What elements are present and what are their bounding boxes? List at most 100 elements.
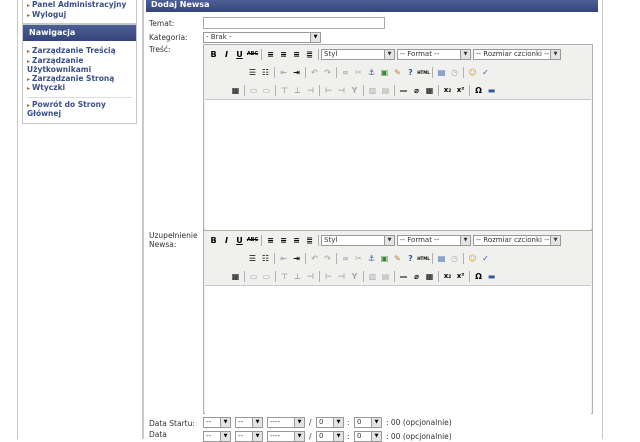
link-icon[interactable]: ∞ <box>339 66 352 78</box>
merge-cells-icon[interactable]: ▤ <box>379 270 392 282</box>
date-time-icon[interactable]: ◷ <box>448 252 461 264</box>
format-select[interactable]: -- Format -- ▼ <box>397 234 471 246</box>
indent-icon[interactable]: ⇥ <box>290 252 303 264</box>
date-time-icon[interactable]: ◷ <box>448 66 461 78</box>
anchor-icon[interactable]: ⚓ <box>365 66 378 78</box>
delete-row-icon[interactable]: ⊣ <box>304 84 317 96</box>
style-select[interactable]: Styl ▼ <box>321 48 395 60</box>
fullscreen-icon[interactable]: ▬ <box>485 270 498 282</box>
align-justify-icon[interactable]: ≣ <box>303 234 316 246</box>
image-icon[interactable]: ▣ <box>378 66 391 78</box>
redo-icon[interactable]: ↷ <box>321 252 334 264</box>
temat-input[interactable] <box>203 17 385 29</box>
image-icon[interactable]: ▣ <box>378 252 391 264</box>
italic-icon[interactable]: I <box>220 48 233 60</box>
font-size-select[interactable]: -- Rozmiar czcionki -- ▼ <box>473 48 561 60</box>
kategoria-select[interactable]: - Brak - ▼ <box>203 32 321 43</box>
align-right-icon[interactable]: ≡ <box>290 48 303 60</box>
nav-users-link[interactable]: ▸ Zarządzanie Użytkownikami <box>27 56 132 75</box>
delete-col-icon[interactable]: Y <box>348 270 361 282</box>
undo-icon[interactable]: ↶ <box>308 252 321 264</box>
strikethrough-icon[interactable]: ABC <box>246 48 259 60</box>
html-icon[interactable]: HTML <box>417 66 430 78</box>
outdent-icon[interactable]: ⇤ <box>277 252 290 264</box>
undo-icon[interactable]: ↶ <box>308 66 321 78</box>
delete-col-icon[interactable]: Y <box>348 84 361 96</box>
row-after-icon[interactable]: ⊥ <box>291 84 304 96</box>
cleanup-icon[interactable]: ✎ <box>391 252 404 264</box>
outdent-icon[interactable]: ⇤ <box>277 66 290 78</box>
back-home-link[interactable]: ▸ Powrót do Strony Głównej <box>27 100 132 119</box>
align-center-icon[interactable]: ≡ <box>277 48 290 60</box>
col-before-icon[interactable]: ⊢ <box>322 84 335 96</box>
align-left-icon[interactable]: ≡ <box>264 234 277 246</box>
help-icon[interactable]: ? <box>404 66 417 78</box>
table-insert-icon[interactable]: ▦ <box>229 84 242 96</box>
strikethrough-icon[interactable]: ABC <box>246 234 259 246</box>
media-icon[interactable]: ▤ <box>435 252 448 264</box>
unlink-icon[interactable]: ✂ <box>352 66 365 78</box>
bullet-list-icon[interactable]: ☰ <box>246 252 259 264</box>
tresc-text-area[interactable] <box>205 99 591 230</box>
align-left-icon[interactable]: ≡ <box>264 48 277 60</box>
media-icon[interactable]: ▤ <box>435 66 448 78</box>
logout-link[interactable]: ▸ Wyloguj <box>27 10 132 21</box>
redo-icon[interactable]: ↷ <box>321 66 334 78</box>
row-after-icon[interactable]: ⊥ <box>291 270 304 282</box>
end-minute-select[interactable]: 0 ▼ <box>354 431 382 442</box>
unlink-icon[interactable]: ✂ <box>352 252 365 264</box>
spellcheck-icon[interactable]: ✓ <box>479 66 492 78</box>
subscript-icon[interactable]: x₂ <box>441 84 454 96</box>
end-year-select[interactable]: ---- ▼ <box>267 431 305 442</box>
cell-props-icon[interactable]: ▭ <box>260 270 273 282</box>
col-after-icon[interactable]: ⊣ <box>335 270 348 282</box>
row-before-icon[interactable]: ⊤ <box>278 270 291 282</box>
bullet-list-icon[interactable]: ☰ <box>246 66 259 78</box>
bold-icon[interactable]: B <box>207 234 220 246</box>
split-cells-icon[interactable]: ▥ <box>366 270 379 282</box>
remove-format-icon[interactable]: ⌀ <box>410 84 423 96</box>
special-char-icon[interactable]: Ω <box>472 84 485 96</box>
nav-plugins-link[interactable]: ▸ Wtyczki <box>27 83 132 94</box>
split-cells-icon[interactable]: ▥ <box>366 84 379 96</box>
align-center-icon[interactable]: ≡ <box>277 234 290 246</box>
italic-icon[interactable]: I <box>220 234 233 246</box>
end-month-select[interactable]: -- ▼ <box>235 431 263 442</box>
visual-aid-icon[interactable]: ▦ <box>423 270 436 282</box>
bold-icon[interactable]: B <box>207 48 220 60</box>
row-props-icon[interactable]: ▭ <box>247 84 260 96</box>
emoticon-icon[interactable]: ☺ <box>466 66 479 78</box>
special-char-icon[interactable]: Ω <box>472 270 485 282</box>
horizontal-rule-icon[interactable]: — <box>397 84 410 96</box>
table-insert-icon[interactable]: ▦ <box>229 270 242 282</box>
emoticon-icon[interactable]: ☺ <box>466 252 479 264</box>
style-select[interactable]: Styl ▼ <box>321 234 395 246</box>
numbered-list-icon[interactable]: ☷ <box>259 252 272 264</box>
cleanup-icon[interactable]: ✎ <box>391 66 404 78</box>
start-hour-select[interactable]: 0 ▼ <box>316 417 344 428</box>
indent-icon[interactable]: ⇥ <box>290 66 303 78</box>
font-size-select[interactable]: -- Rozmiar czcionki -- ▼ <box>473 234 561 246</box>
help-icon[interactable]: ? <box>404 252 417 264</box>
spellcheck-icon[interactable]: ✓ <box>479 252 492 264</box>
start-minute-select[interactable]: 0 ▼ <box>354 417 382 428</box>
visual-aid-icon[interactable]: ▦ <box>423 84 436 96</box>
numbered-list-icon[interactable]: ☷ <box>259 66 272 78</box>
col-before-icon[interactable]: ⊢ <box>322 270 335 282</box>
row-props-icon[interactable]: ▭ <box>247 270 260 282</box>
fullscreen-icon[interactable]: ▬ <box>485 84 498 96</box>
start-year-select[interactable]: ---- ▼ <box>267 417 305 428</box>
col-after-icon[interactable]: ⊣ <box>335 84 348 96</box>
cell-props-icon[interactable]: ▭ <box>260 84 273 96</box>
end-day-select[interactable]: -- ▼ <box>203 431 231 442</box>
merge-cells-icon[interactable]: ▤ <box>379 84 392 96</box>
subscript-icon[interactable]: x₂ <box>441 270 454 282</box>
underline-icon[interactable]: U <box>233 48 246 60</box>
align-justify-icon[interactable]: ≣ <box>303 48 316 60</box>
delete-row-icon[interactable]: ⊣ <box>304 270 317 282</box>
remove-format-icon[interactable]: ⌀ <box>410 270 423 282</box>
horizontal-rule-icon[interactable]: — <box>397 270 410 282</box>
superscript-icon[interactable]: x² <box>454 270 467 282</box>
align-right-icon[interactable]: ≡ <box>290 234 303 246</box>
html-icon[interactable]: HTML <box>417 252 430 264</box>
